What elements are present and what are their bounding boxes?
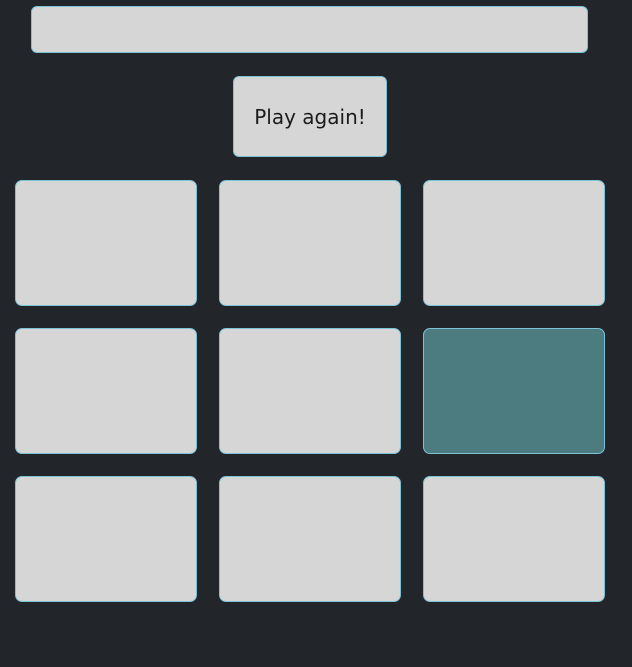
board-cell-3[interactable] (423, 180, 605, 306)
board-cell-8[interactable] (219, 476, 401, 602)
board-cell-9[interactable] (423, 476, 605, 602)
board-cell-6[interactable] (423, 328, 605, 454)
board-cell-1[interactable] (15, 180, 197, 306)
game-status-bar (31, 6, 588, 53)
board-cell-5[interactable] (219, 328, 401, 454)
game-board (15, 180, 605, 603)
board-cell-7[interactable] (15, 476, 197, 602)
board-cell-2[interactable] (219, 180, 401, 306)
board-cell-4[interactable] (15, 328, 197, 454)
play-again-button[interactable]: Play again! (233, 76, 387, 157)
